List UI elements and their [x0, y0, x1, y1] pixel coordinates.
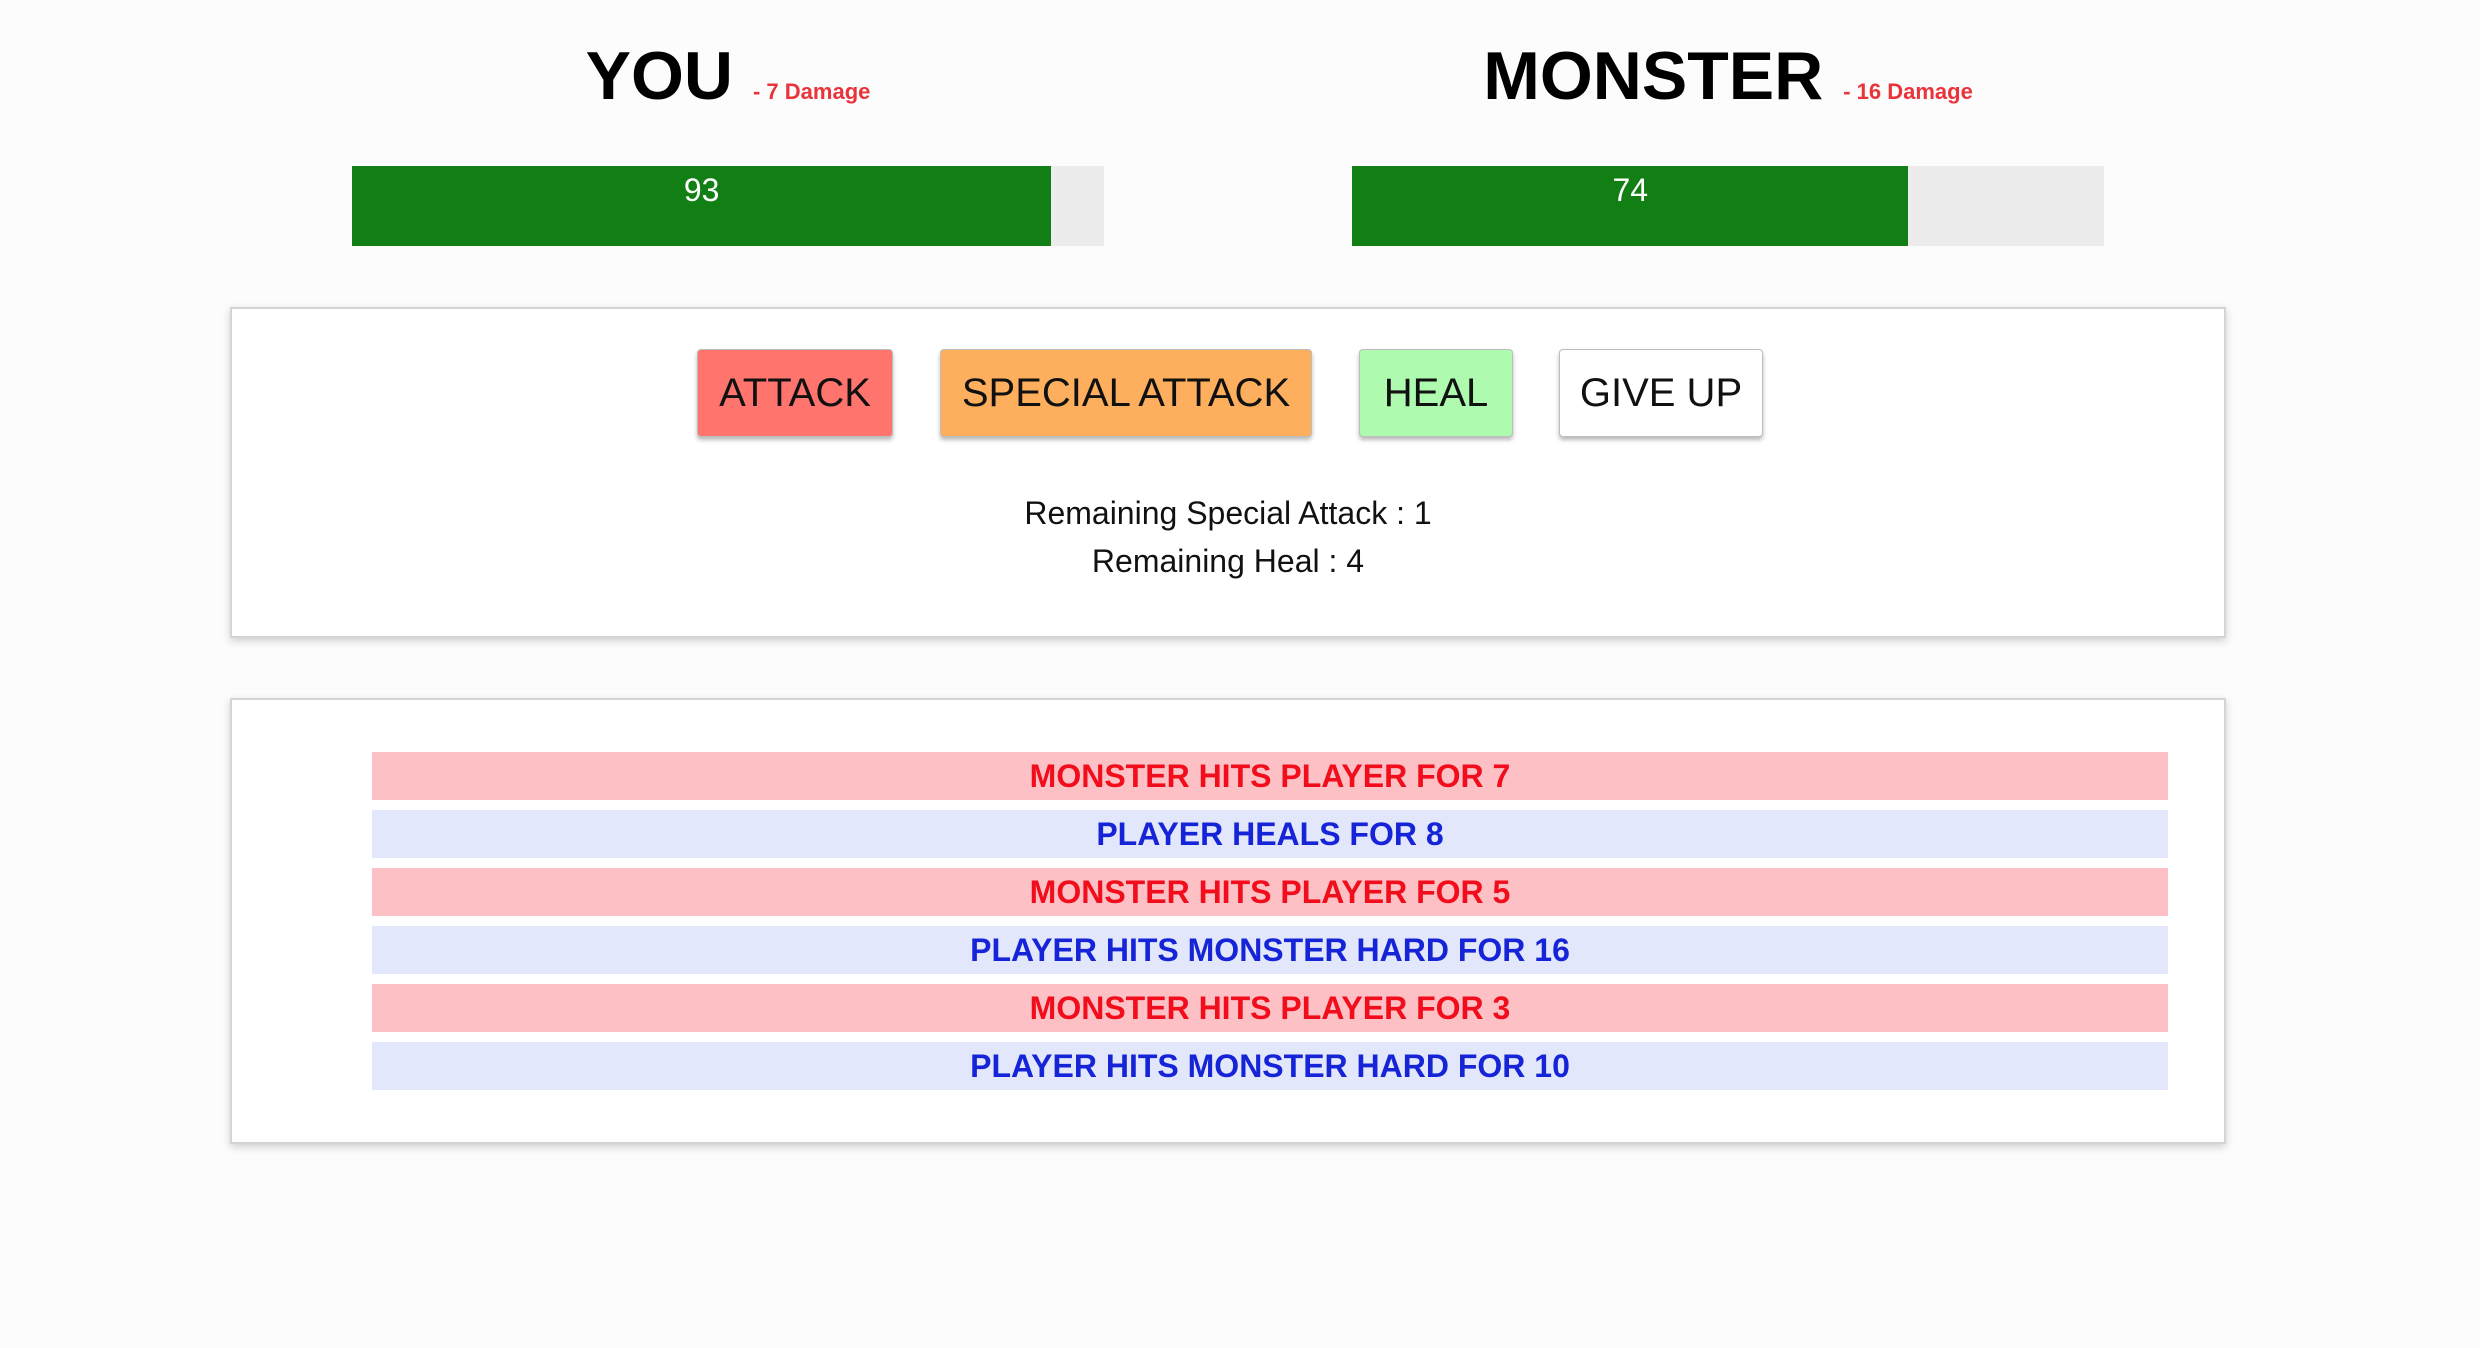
log-entry: PLAYER HITS MONSTER HARD FOR 16 [372, 926, 2168, 974]
player-status: YOU - 7 Damage 93 [352, 30, 1104, 246]
player-damage-indicator: - 7 Damage [752, 79, 871, 104]
log-entry: MONSTER HITS PLAYER FOR 3 [372, 984, 2168, 1032]
log-entry: MONSTER HITS PLAYER FOR 5 [372, 868, 2168, 916]
monster-name: MONSTER [1483, 38, 1824, 114]
monster-header: MONSTER - 16 Damage [1352, 30, 2104, 122]
special-attack-button[interactable]: SPECIAL ATTACK [940, 349, 1312, 437]
player-header: YOU - 7 Damage [352, 30, 1104, 122]
log-entry: PLAYER HEALS FOR 8 [372, 810, 2168, 858]
remaining-heal: Remaining Heal : 4 [1091, 543, 1365, 579]
player-health-fill: 93 [352, 166, 1052, 246]
attack-button[interactable]: ATTACK [697, 349, 893, 437]
heal-button[interactable]: HEAL [1359, 349, 1513, 437]
monster-health-bar: 74 [1352, 166, 2104, 246]
player-name: YOU [585, 38, 733, 114]
monster-damage-indicator: - 16 Damage [1843, 79, 1973, 104]
controls-panel: ATTACK SPECIAL ATTACK HEAL GIVE UP Remai… [230, 307, 2226, 638]
battle-log: MONSTER HITS PLAYER FOR 7 PLAYER HEALS F… [372, 752, 2168, 1100]
give-up-button[interactable]: GIVE UP [1559, 349, 1763, 437]
player-health-bar: 93 [352, 166, 1104, 246]
monster-health-fill: 74 [1352, 166, 1909, 246]
monster-status: MONSTER - 16 Damage 74 [1352, 30, 2104, 246]
log-entry: PLAYER HITS MONSTER HARD FOR 10 [372, 1042, 2168, 1090]
battle-log-panel: MONSTER HITS PLAYER FOR 7 PLAYER HEALS F… [230, 698, 2226, 1144]
remaining-special-attack: Remaining Special Attack : 1 [1024, 495, 1432, 531]
log-entry: MONSTER HITS PLAYER FOR 7 [372, 752, 2168, 800]
